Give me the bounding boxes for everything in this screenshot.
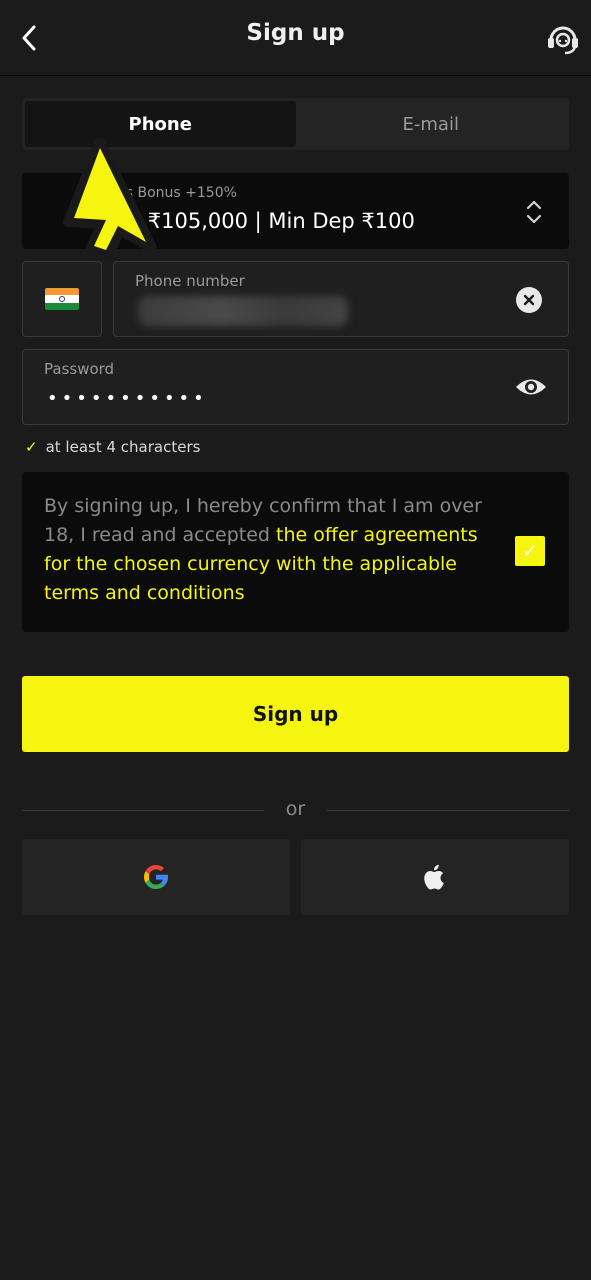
password-field[interactable]: Password •••••••••••: [22, 349, 569, 425]
phone-number-field[interactable]: Phone number: [113, 261, 569, 337]
phone-number-value-blurred: [138, 296, 348, 326]
password-value: •••••••••••: [47, 388, 208, 409]
divider-line-right: [327, 810, 569, 811]
or-divider: or: [22, 798, 569, 824]
top-bar: Sign up: [0, 0, 591, 76]
tab-email[interactable]: E-mail: [296, 101, 567, 147]
yellow-arrow-annotation: [63, 138, 157, 261]
apple-sign-in-button[interactable]: [301, 839, 569, 915]
password-requirement-text: at least 4 characters: [45, 438, 201, 456]
eye-icon: [516, 379, 546, 395]
terms-panel: By signing up, I hereby confirm that I a…: [22, 472, 569, 632]
india-flag-icon: [45, 288, 79, 310]
close-icon: [523, 294, 535, 306]
country-code-selector[interactable]: [22, 261, 102, 337]
terms-text: By signing up, I hereby confirm that I a…: [44, 492, 504, 608]
phone-number-label: Phone number: [135, 272, 245, 290]
toggle-password-visibility-button[interactable]: [514, 372, 548, 402]
page-title: Sign up: [246, 20, 345, 46]
google-icon: [144, 865, 168, 889]
chevron-up-down-icon: [526, 200, 542, 224]
google-sign-in-button[interactable]: [22, 839, 290, 915]
headset-icon: [548, 26, 578, 55]
divider-label: or: [285, 798, 306, 820]
support-button[interactable]: [545, 20, 581, 56]
terms-checkbox[interactable]: ✓: [515, 536, 545, 566]
check-icon: ✓: [25, 438, 38, 456]
password-requirement: ✓ at least 4 characters: [25, 438, 200, 456]
sign-up-button[interactable]: Sign up: [22, 676, 569, 752]
clear-button[interactable]: [516, 287, 542, 313]
password-label: Password: [44, 360, 115, 378]
apple-icon: [424, 864, 444, 890]
